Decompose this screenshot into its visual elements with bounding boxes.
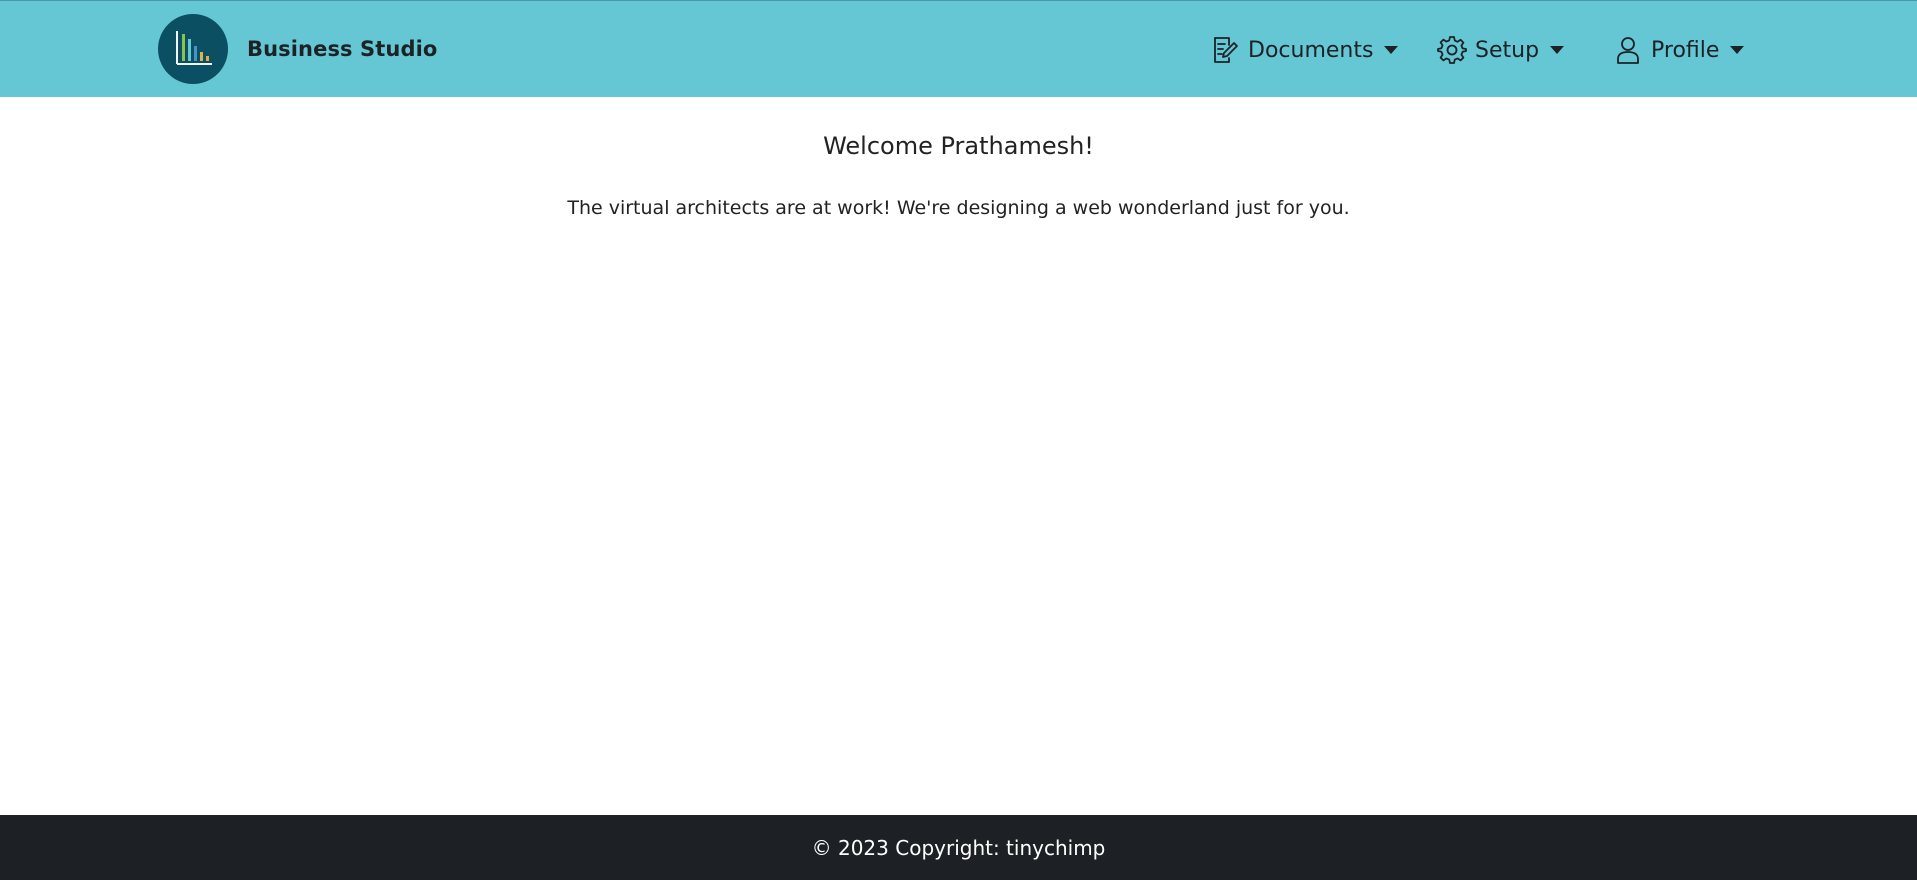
chevron-down-icon bbox=[1550, 45, 1565, 55]
user-icon bbox=[1613, 35, 1643, 65]
edit-document-icon bbox=[1210, 35, 1240, 65]
top-navbar: Business Studio Documents Setup Profile bbox=[0, 0, 1917, 97]
welcome-message: The virtual architects are at work! We'r… bbox=[567, 197, 1350, 219]
nav-setup-label: Setup bbox=[1475, 37, 1540, 63]
nav-setup-dropdown[interactable]: Setup bbox=[1437, 31, 1565, 69]
brand-name: Business Studio bbox=[247, 37, 438, 61]
nav-profile-dropdown[interactable]: Profile bbox=[1613, 31, 1745, 69]
brand-link[interactable]: Business Studio bbox=[158, 14, 437, 84]
footer: © 2023 Copyright: tinychimp bbox=[0, 815, 1917, 880]
welcome-heading: Welcome Prathamesh! bbox=[823, 132, 1094, 160]
nav-documents-dropdown[interactable]: Documents bbox=[1210, 31, 1399, 69]
bar-chart-icon bbox=[158, 14, 228, 84]
main-content: Welcome Prathamesh! The virtual architec… bbox=[0, 97, 1917, 815]
chevron-down-icon bbox=[1730, 45, 1745, 55]
chevron-down-icon bbox=[1384, 45, 1399, 55]
gear-icon bbox=[1437, 35, 1467, 65]
nav-documents-label: Documents bbox=[1248, 37, 1374, 63]
copyright-text: © 2023 Copyright: tinychimp bbox=[811, 835, 1106, 860]
nav-profile-label: Profile bbox=[1651, 37, 1720, 63]
